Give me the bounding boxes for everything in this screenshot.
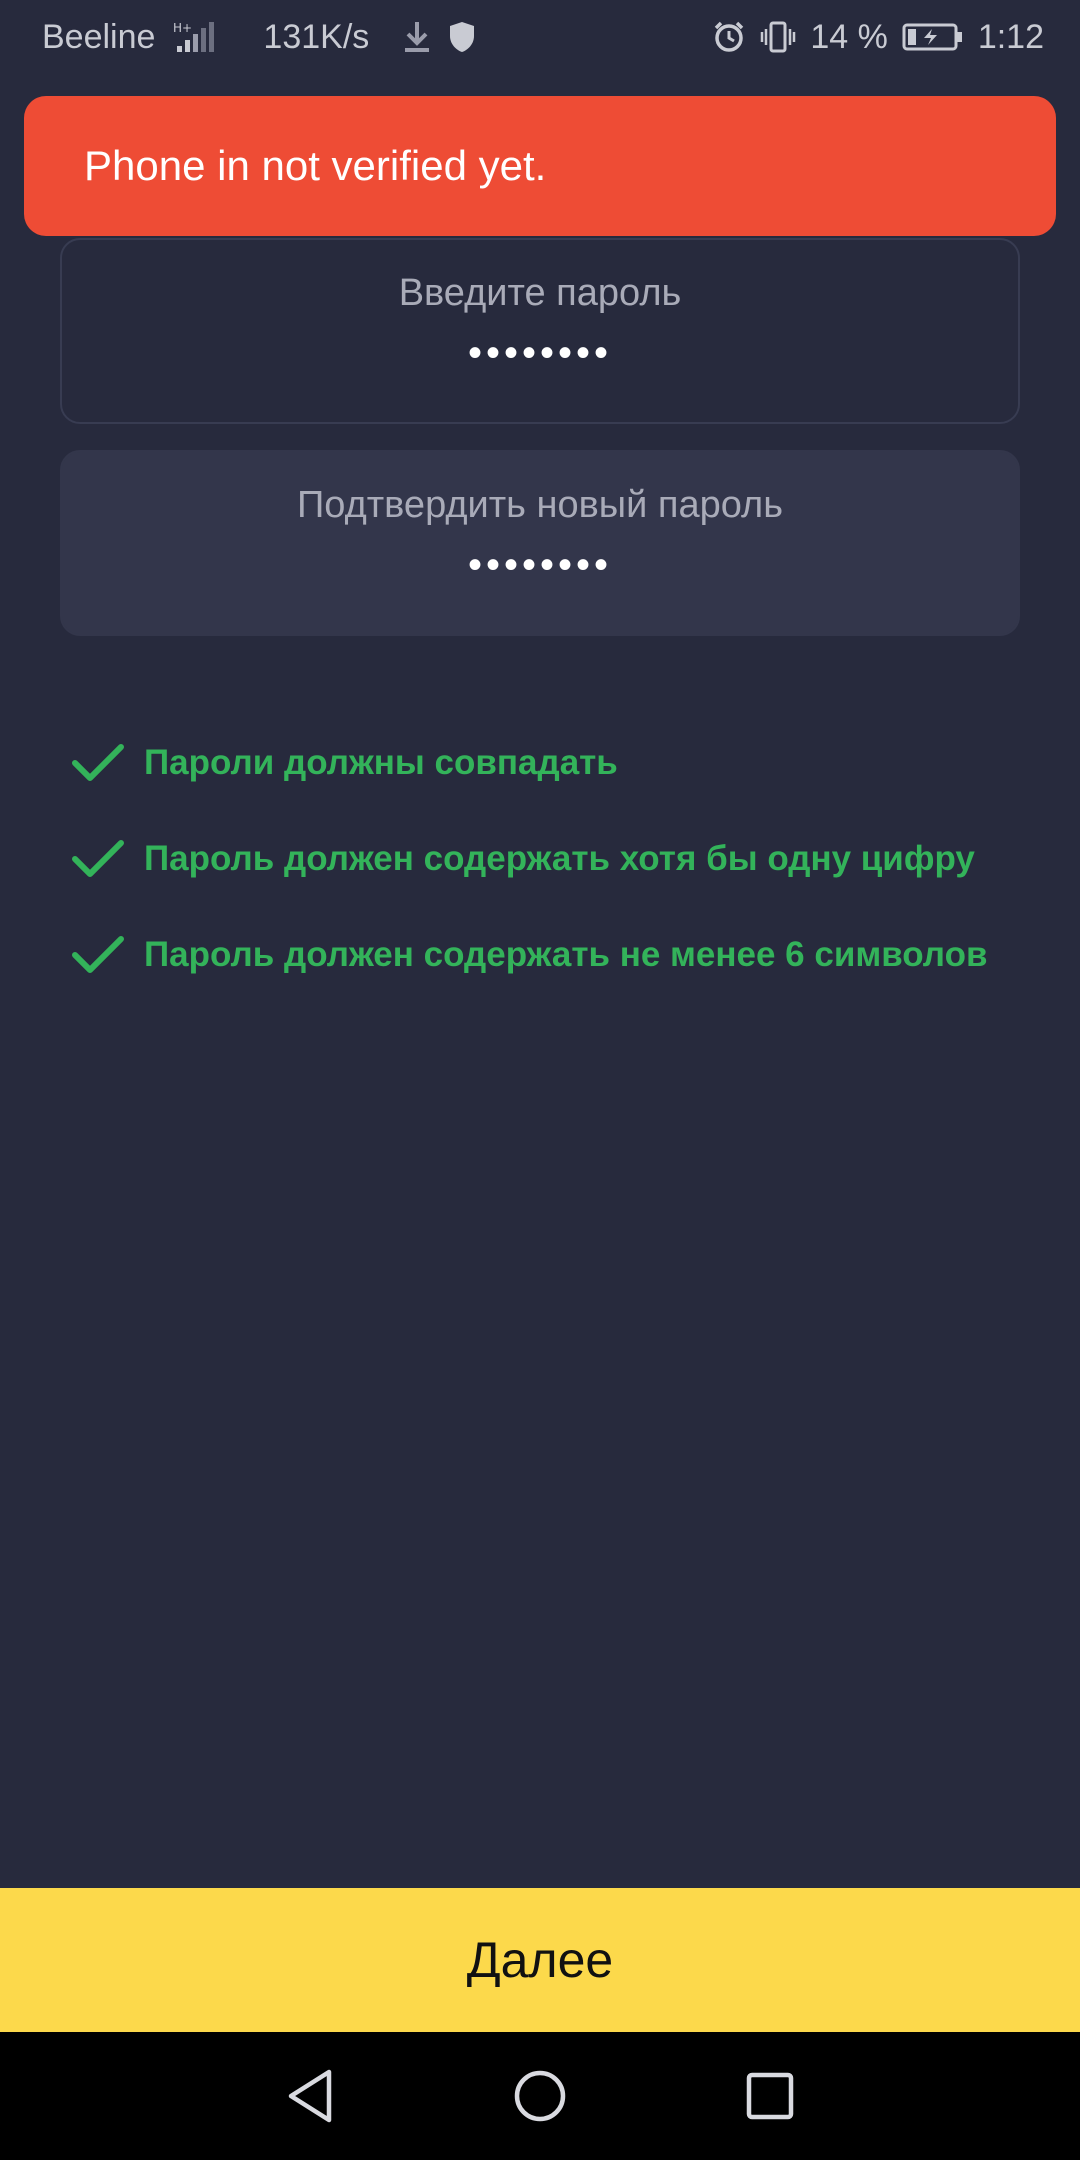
system-nav-bar: [0, 2032, 1080, 2160]
password-rules-list: Пароли должны совпадать Пароль должен со…: [72, 715, 1032, 1003]
rule-text: Пароль должен содержать хотя бы одну циф…: [144, 839, 975, 878]
alarm-icon: [712, 20, 746, 54]
password-field-label: Введите пароль: [398, 272, 682, 314]
check-icon: [72, 839, 124, 879]
status-right: 14 % 1:12: [712, 18, 1044, 57]
next-button[interactable]: Далее: [0, 1888, 1080, 2032]
vibrate-icon: [760, 20, 796, 54]
password-field-value[interactable]: ••••••••: [468, 333, 612, 373]
next-button-label: Далее: [466, 1932, 614, 1988]
rule-text: Пароли должны совпадать: [144, 743, 618, 782]
shield-icon: [447, 20, 477, 54]
rule-text: Пароль должен содержать не менее 6 симво…: [144, 935, 988, 974]
check-icon: [72, 935, 124, 975]
battery-charging-icon: [902, 22, 964, 52]
confirm-password-field[interactable]: Подтвердить новый пароль ••••••••: [60, 450, 1020, 636]
carrier-name: Beeline: [42, 17, 156, 56]
download-icon: [401, 20, 433, 54]
toast-message: Phone in not verified yet.: [84, 142, 547, 189]
battery-percent: 14 %: [810, 17, 888, 56]
confirm-password-field-value[interactable]: ••••••••: [468, 545, 612, 585]
rule-item: Пароли должны совпадать: [72, 715, 1032, 811]
rule-item: Пароль должен содержать хотя бы одну циф…: [72, 811, 1032, 907]
confirm-password-field-label: Подтвердить новый пароль: [296, 484, 784, 526]
check-icon: [72, 743, 124, 783]
status-bar: Beeline H+ 131K/s 14 % 1:12: [0, 0, 1080, 74]
back-icon[interactable]: [280, 2066, 340, 2126]
network-speed: 131K/s: [263, 17, 370, 56]
home-icon[interactable]: [510, 2066, 570, 2126]
password-field[interactable]: Введите пароль ••••••••: [60, 238, 1020, 424]
clock: 1:12: [977, 17, 1044, 56]
recents-icon[interactable]: [740, 2066, 800, 2126]
rule-item: Пароль должен содержать не менее 6 симво…: [72, 907, 1032, 1003]
status-left: Beeline H+ 131K/s: [42, 18, 477, 57]
network-type-label: H+: [173, 21, 192, 35]
error-toast: Phone in not verified yet.: [24, 96, 1056, 236]
signal-icon: H+: [173, 20, 231, 54]
